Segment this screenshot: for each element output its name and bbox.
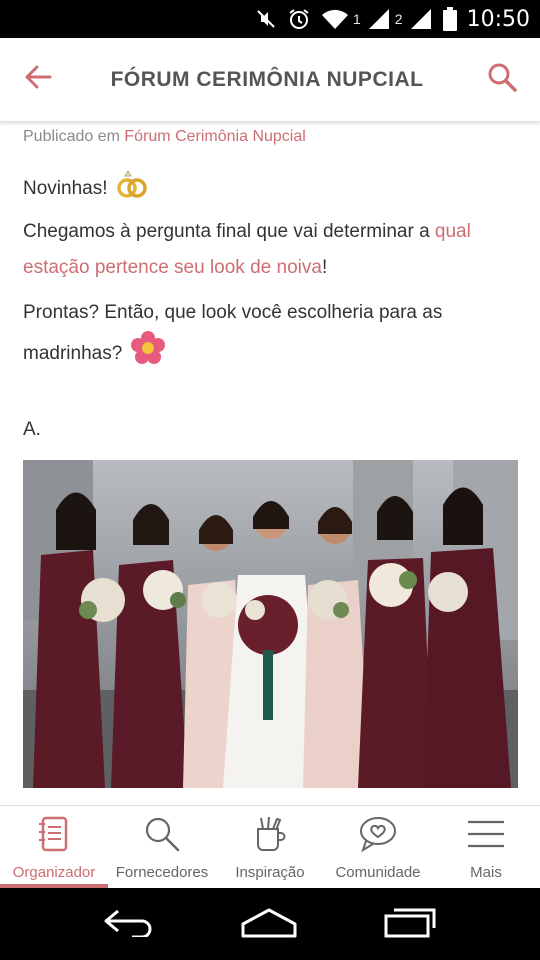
nav-inspiracao[interactable]: Inspiração: [216, 806, 324, 888]
nav-comunidade[interactable]: Comunidade: [324, 806, 432, 888]
bridesmaids-photo-illustration: [23, 460, 518, 788]
brush-cup-icon: [251, 815, 289, 858]
system-navigation-bar: [0, 888, 540, 960]
sim1-indicator: 1: [353, 11, 361, 27]
notebook-icon: [36, 815, 72, 858]
post-content: Publicado em Fórum Cerimônia Nupcial Nov…: [0, 122, 540, 805]
wifi-icon: [321, 8, 349, 30]
question-end: !: [321, 257, 328, 278]
nav-label: Inspiração: [235, 864, 305, 881]
flower-icon: [130, 331, 165, 378]
nav-fornecedores[interactable]: Fornecedores: [108, 806, 216, 888]
clock: 10:50: [466, 6, 530, 32]
status-bar: 1 2 10:50: [0, 0, 540, 38]
search-button[interactable]: [464, 38, 540, 122]
app-header: FÓRUM CERIMÔNIA NUPCIAL: [0, 38, 540, 122]
question-text: Chegamos à pergunta final que vai determ…: [23, 221, 430, 242]
chat-heart-icon: [358, 815, 398, 858]
menu-icon: [466, 815, 506, 858]
signal-icon: [367, 8, 391, 30]
page-title: FÓRUM CERIMÔNIA NUPCIAL: [110, 67, 424, 91]
published-prefix: Publicado em: [23, 128, 120, 145]
nav-organizador[interactable]: Organizador: [0, 806, 108, 888]
back-nav-icon[interactable]: [102, 907, 156, 942]
post-greeting: Novinhas!: [23, 170, 523, 213]
battery-icon: [442, 7, 457, 31]
search-icon: [486, 61, 518, 98]
nav-label: Organizador: [12, 864, 96, 881]
mute-icon: [255, 8, 277, 30]
post-prompt: Prontas? Então, que look você escolheria…: [23, 295, 523, 378]
sim2-indicator: 2: [394, 11, 403, 27]
home-nav-icon[interactable]: [239, 906, 299, 943]
alarm-icon: [287, 7, 311, 31]
greeting-text: Novinhas!: [23, 178, 108, 199]
nav-label: Mais: [470, 864, 502, 881]
option-label: A.: [23, 419, 41, 440]
post-question: Chegamos à pergunta final que vai determ…: [23, 214, 523, 286]
nav-label: Comunidade: [335, 864, 421, 881]
arrow-left-icon: [23, 62, 53, 97]
bottom-navigation: Organizador Fornecedores Inspiração Comu…: [0, 805, 540, 888]
rings-icon: [116, 170, 148, 213]
search-icon: [143, 815, 181, 858]
nav-mais[interactable]: Mais: [432, 806, 540, 888]
recents-nav-icon[interactable]: [382, 906, 438, 943]
bridesmaids-photo[interactable]: [23, 460, 518, 788]
nav-label: Fornecedores: [115, 864, 209, 881]
back-button[interactable]: [0, 38, 76, 122]
forum-link[interactable]: Fórum Cerimônia Nupcial: [124, 128, 305, 145]
published-line: Publicado em Fórum Cerimônia Nupcial: [23, 128, 306, 146]
signal-icon: [409, 8, 433, 30]
prompt-text: Prontas? Então, que look você escolheria…: [23, 302, 443, 364]
